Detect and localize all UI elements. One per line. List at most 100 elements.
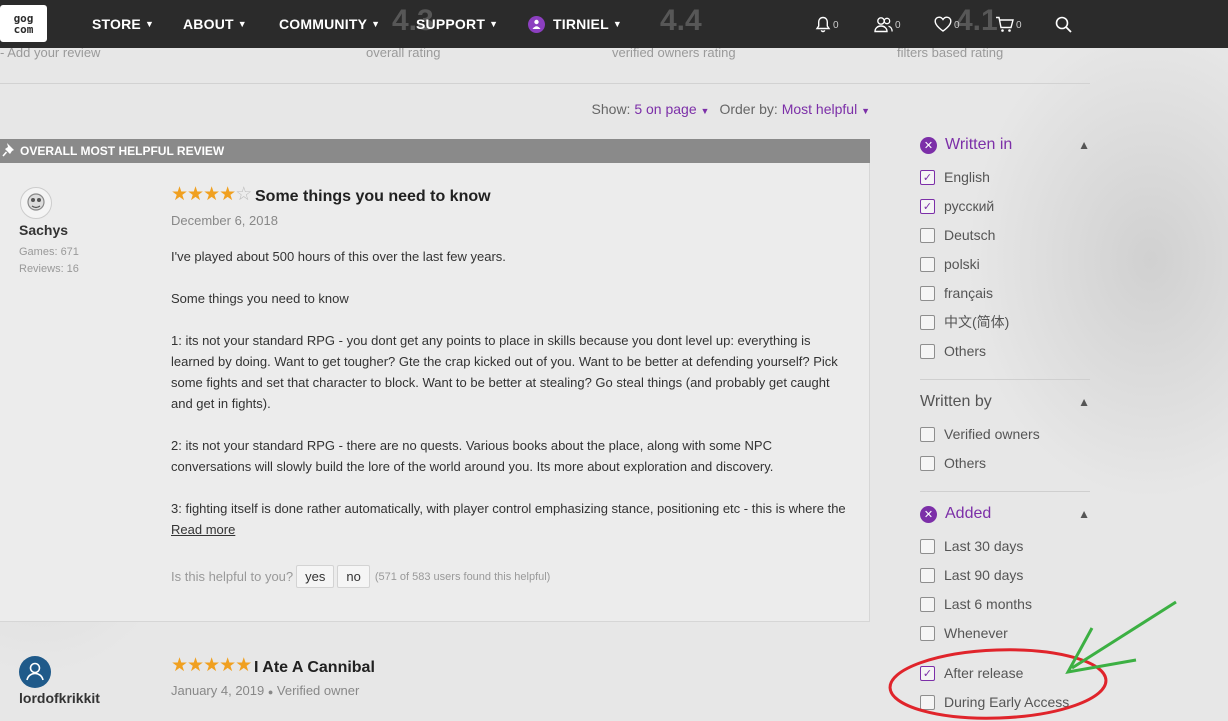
chevron-down-icon: ▼ [612,19,622,29]
filter-option[interactable]: Whenever [920,623,1008,643]
filter-option[interactable]: ✓ English [920,167,990,187]
reviewer-name[interactable]: Sachys [19,222,68,238]
checkbox[interactable] [920,343,935,359]
order-by-dropdown[interactable]: Order by: Most helpful ▼ [719,101,870,117]
filter-group-written-by[interactable]: Written by ▲ [920,389,1090,415]
reviewer-reviews: Reviews: 16 [19,263,79,275]
review-date: December 6, 2018 [171,213,278,228]
chevron-up-icon: ▲ [1078,507,1090,521]
review-paragraph: 1: its not your standard RPG - you dont … [171,333,838,411]
checkbox[interactable] [920,538,935,554]
nav-user-menu[interactable]: TIRNIEL ▼ [528,0,622,48]
wishlist-button[interactable]: 0 [934,0,960,48]
checkbox[interactable] [920,625,935,641]
bell-icon [815,16,831,32]
nav-about[interactable]: ABOUT ▼ [183,0,247,48]
filter-group-written-in[interactable]: ✕ Written in ▲ [920,132,1090,158]
checkbox[interactable] [920,285,935,301]
chevron-down-icon: ▼ [371,19,381,29]
show-value: 5 on page [634,101,697,117]
checkbox[interactable] [920,567,935,583]
star-rating: ★★★★☆ [171,183,252,206]
checkbox-checked[interactable]: ✓ [920,169,935,185]
pin-icon [2,142,16,161]
checkbox[interactable] [920,256,935,272]
review-paragraph: I've played about 500 hours of this over… [171,249,506,264]
show-per-page-dropdown[interactable]: Show: 5 on page ▼ [592,101,710,117]
review-paragraph: Some things you need to know [171,291,349,306]
pinned-label: OVERALL MOST HELPFUL REVIEW [20,144,225,158]
star-icon: ★ [219,655,236,676]
helpful-count: (571 of 583 users found this helpful) [374,570,551,583]
filter-option[interactable]: Last 30 days [920,536,1023,556]
filter-option[interactable]: Others [920,453,986,473]
checkbox[interactable] [920,227,935,243]
logo-text-top: gog [13,11,34,25]
filter-option[interactable]: During Early Access [920,692,1069,712]
top-navigation-bar: gog com 4.3 4.4 4.1 STORE ▼ ABOUT ▼ COMMUN… [0,0,1228,48]
friends-button[interactable]: 0 [874,0,901,48]
helpful-yes-button[interactable]: yes [296,565,335,588]
cart-icon [996,16,1014,32]
checkbox[interactable] [920,426,935,442]
gog-logo[interactable]: gog com [0,5,47,42]
nav-store[interactable]: STORE ▼ [92,0,154,48]
review-card: lordofkrikkit ★★★★★ I Ate A Cannibal Jan… [0,621,870,721]
ghost-owners-rating: 4.4 [660,4,702,37]
checkbox[interactable] [920,596,935,612]
star-rating: ★★★★★ [171,654,252,677]
checkbox-checked[interactable]: ✓ [920,198,935,214]
reviewer-name[interactable]: lordofkrikkit [19,690,100,706]
filter-group-title: Written by [920,393,992,410]
checkbox-checked[interactable]: ✓ [920,665,935,681]
filter-option[interactable]: Others [920,341,986,361]
checkbox[interactable] [920,694,935,710]
search-icon [1055,16,1072,33]
filter-group-added[interactable]: ✕ Added ▲ [920,501,1090,527]
clear-filter-icon[interactable]: ✕ [920,505,937,523]
review-paragraph: 3: fighting itself is done rather automa… [171,501,846,537]
logo-text-bottom: com [13,22,34,36]
helpful-question: Is this helpful to you? [171,569,294,584]
clear-filter-icon[interactable]: ✕ [920,136,937,154]
avatar[interactable] [20,187,52,219]
order-value: Most helpful [781,101,858,117]
checkbox[interactable] [920,314,935,330]
review-title: Some things you need to know [255,188,491,205]
cart-button[interactable]: 0 [995,0,1022,48]
show-label: Show: [591,101,631,117]
helpful-no-button[interactable]: no [337,565,370,588]
star-icon: ★ [171,184,188,205]
chevron-up-icon: ▲ [1078,395,1090,409]
friends-count: 0 [895,19,901,31]
filter-option[interactable]: Deutsch [920,225,995,245]
heart-icon [934,16,952,32]
read-more-link[interactable]: Read more [171,522,235,537]
rating-summary: - Add your review overall rating verifie… [0,45,1090,84]
star-icon: ★ [187,655,204,676]
chevron-down-icon: ▼ [489,19,499,29]
filter-option[interactable]: ✓ русский [920,196,994,216]
ghost-filtered-rating: 4.1 [956,4,998,37]
filter-group-title: Added [945,505,992,522]
divider [920,379,1090,380]
filter-option[interactable]: Verified owners [920,424,1040,444]
star-icon: ★ [203,184,220,205]
filter-option[interactable]: Last 6 months [920,594,1032,614]
notifications-button[interactable]: 0 [815,0,839,48]
search-button[interactable] [1055,0,1072,48]
filter-option[interactable]: Last 90 days [920,565,1023,585]
filter-option[interactable]: 中文(简体) [920,312,1009,332]
filter-option[interactable]: ✓ After release [920,663,1023,683]
nav-community[interactable]: COMMUNITY ▼ [279,0,380,48]
filter-option[interactable]: polski [920,254,980,274]
avatar[interactable] [19,656,51,688]
chevron-down-icon: ▼ [144,19,155,29]
cart-count: 0 [1016,19,1022,31]
chevron-down-icon: ▼ [861,106,870,116]
filter-option[interactable]: français [920,283,993,303]
nav-support[interactable]: SUPPORT ▼ [416,0,498,48]
checkbox[interactable] [920,455,935,471]
star-icon: ★ [171,655,188,676]
star-icon: ★ [219,184,236,205]
